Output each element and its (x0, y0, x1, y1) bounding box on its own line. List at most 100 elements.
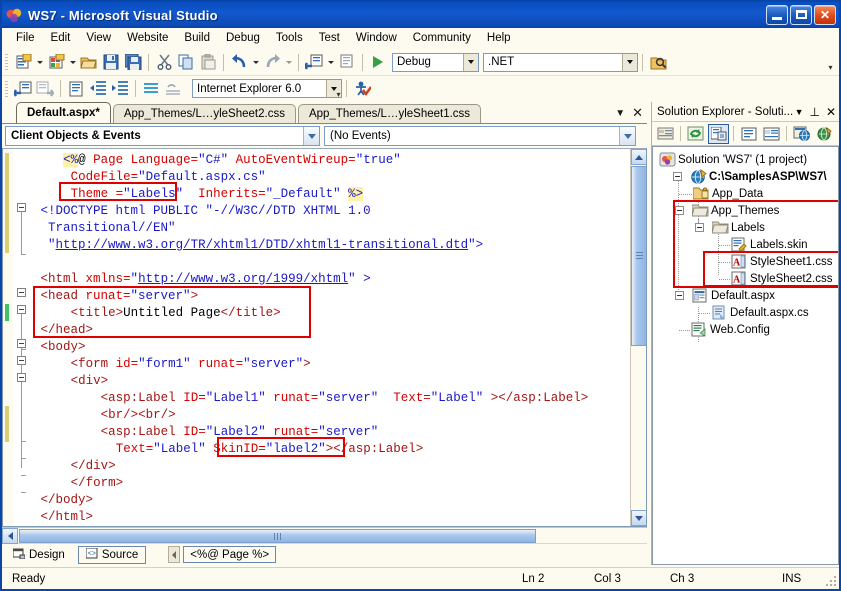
outlining-margin[interactable] (13, 149, 33, 526)
solution-explorer-icon[interactable] (336, 51, 358, 73)
new-item-icon[interactable] (45, 51, 67, 73)
redo-icon[interactable] (261, 51, 283, 73)
solution-platform-combo[interactable]: .NET (483, 52, 638, 72)
tree-node-default-aspx-cs[interactable]: Default.aspx.cs (711, 304, 809, 321)
undo-icon[interactable] (228, 51, 250, 73)
tree-node-labels-skin[interactable]: Labels.skin (731, 236, 808, 253)
find-in-files-icon[interactable] (647, 51, 669, 73)
increase-indent-icon[interactable] (109, 78, 131, 100)
tag-path-item[interactable]: <%@ Page %> (183, 546, 277, 563)
solution-tree[interactable]: Solution 'WS7' (1 project) C:\SamplesASP… (652, 146, 839, 565)
new-item-dropdown-icon[interactable] (67, 51, 78, 73)
menu-window[interactable]: Window (348, 29, 405, 47)
tag-nav-left-icon[interactable] (168, 546, 181, 563)
expander-app-themes[interactable] (675, 206, 684, 215)
menu-tools[interactable]: Tools (268, 29, 311, 47)
tab-list-icon[interactable]: ▼ (615, 108, 625, 119)
scroll-up-button[interactable] (631, 149, 646, 165)
tab-default-aspx[interactable]: Default.aspx* (16, 102, 111, 123)
undo-dropdown-icon[interactable] (250, 51, 261, 73)
navigate-forward-icon[interactable] (34, 78, 56, 100)
accessibility-check-icon[interactable] (351, 78, 373, 100)
new-project-dropdown-icon[interactable] (34, 51, 45, 73)
tree-node-app-themes[interactable]: App_Themes (675, 202, 779, 219)
menu-build[interactable]: Build (176, 29, 218, 47)
refresh-icon[interactable] (685, 124, 706, 144)
editor-vertical-scrollbar[interactable] (630, 149, 646, 526)
chevron-down-icon[interactable] (622, 53, 637, 71)
properties-icon[interactable] (655, 124, 676, 144)
chevron-down-icon[interactable] (303, 127, 319, 145)
navigate-backward-icon[interactable] (303, 51, 325, 73)
menu-website[interactable]: Website (119, 29, 176, 47)
target-browser-combo[interactable]: Internet Explorer 6.0 (192, 79, 342, 98)
resize-grip[interactable] (825, 575, 837, 587)
pin-icon[interactable]: ⊥ (809, 105, 819, 119)
tab-stylesheet2-css[interactable]: App_Themes/L…yleSheet2.css (112, 104, 296, 123)
open-file-icon[interactable] (78, 51, 100, 73)
copy-icon[interactable] (175, 51, 197, 73)
new-project-icon[interactable] (12, 51, 34, 73)
dropdown-icon[interactable]: ▼ (795, 107, 804, 117)
expander-project[interactable] (673, 172, 682, 181)
save-icon[interactable] (100, 51, 122, 73)
nest-related-files-icon[interactable] (708, 123, 729, 144)
view-designer-icon[interactable] (761, 124, 782, 144)
view-in-browser-icon[interactable] (791, 124, 812, 144)
toolbar-grip[interactable] (5, 54, 8, 70)
justify-icon[interactable] (140, 78, 162, 100)
toolbar-overflow-button[interactable]: ▾ (824, 51, 837, 72)
design-view-button[interactable]: Design (6, 546, 72, 564)
menu-edit[interactable]: Edit (43, 29, 79, 47)
close-button[interactable]: ✕ (814, 5, 836, 25)
start-debugging-icon[interactable] (367, 51, 389, 73)
overlay-icon[interactable] (162, 78, 184, 100)
close-icon[interactable]: ✕ (632, 105, 643, 121)
menu-view[interactable]: View (78, 29, 119, 47)
tree-node-web-config[interactable]: Web.Config (691, 321, 770, 338)
tree-node-labels-folder[interactable]: Labels (695, 219, 765, 236)
source-view-button[interactable]: <> Source (77, 545, 147, 564)
tree-node-app-data[interactable]: App_Data (692, 185, 763, 202)
view-code-icon[interactable] (738, 124, 759, 144)
formatting-toolbar-overflow-button[interactable]: ▾ (332, 78, 345, 99)
close-icon[interactable]: ✕ (826, 105, 836, 119)
navigate-backward-dropdown-icon[interactable] (325, 51, 336, 73)
chevron-down-icon[interactable] (619, 127, 635, 145)
events-combo[interactable]: (No Events) (324, 126, 636, 146)
asp-config-icon[interactable] (814, 124, 835, 144)
view-code-icon[interactable] (65, 78, 87, 100)
menu-test[interactable]: Test (311, 29, 348, 47)
tab-stylesheet1-css[interactable]: App_Themes/L…yleSheet1.css (297, 104, 482, 123)
vertical-scroll-thumb[interactable] (631, 166, 646, 346)
client-objects-combo[interactable]: Client Objects & Events (5, 126, 320, 146)
expander-default-aspx[interactable] (675, 291, 684, 300)
chevron-down-icon[interactable] (463, 53, 478, 71)
scroll-down-button[interactable] (631, 510, 646, 526)
menu-help[interactable]: Help (479, 29, 519, 47)
minimize-button[interactable] (766, 5, 788, 25)
tree-node-project[interactable]: C:\SamplesASP\WS7\ (673, 168, 827, 185)
menu-community[interactable]: Community (405, 29, 479, 47)
paste-icon[interactable] (197, 51, 219, 73)
decrease-indent-icon[interactable] (87, 78, 109, 100)
menu-debug[interactable]: Debug (218, 29, 268, 47)
save-all-icon[interactable] (122, 51, 144, 73)
solution-configuration-combo[interactable]: Debug (392, 52, 479, 72)
horizontal-scroll-thumb[interactable] (19, 529, 536, 543)
scroll-left-button[interactable] (2, 527, 18, 544)
tree-node-stylesheet2[interactable]: A StyleSheet2.css (731, 270, 832, 287)
cut-icon[interactable] (153, 51, 175, 73)
toolbar-grip-2[interactable] (5, 80, 8, 97)
tree-node-solution[interactable]: Solution 'WS7' (1 project) (659, 151, 807, 168)
redo-dropdown-icon[interactable] (283, 51, 294, 73)
code-text-area[interactable]: <%@ Page Language="C#" AutoEventWireup="… (33, 149, 646, 526)
navigate-back-icon[interactable] (12, 78, 34, 100)
menu-file[interactable]: File (8, 29, 43, 47)
code-editor[interactable]: <%@ Page Language="C#" AutoEventWireup="… (2, 148, 647, 527)
editor-horizontal-scrollbar[interactable] (2, 527, 647, 544)
tree-node-stylesheet1[interactable]: A StyleSheet1.css (731, 253, 832, 270)
tree-node-default-aspx[interactable]: Default.aspx (675, 287, 775, 304)
maximize-button[interactable] (790, 5, 812, 25)
expander-labels[interactable] (695, 223, 704, 232)
